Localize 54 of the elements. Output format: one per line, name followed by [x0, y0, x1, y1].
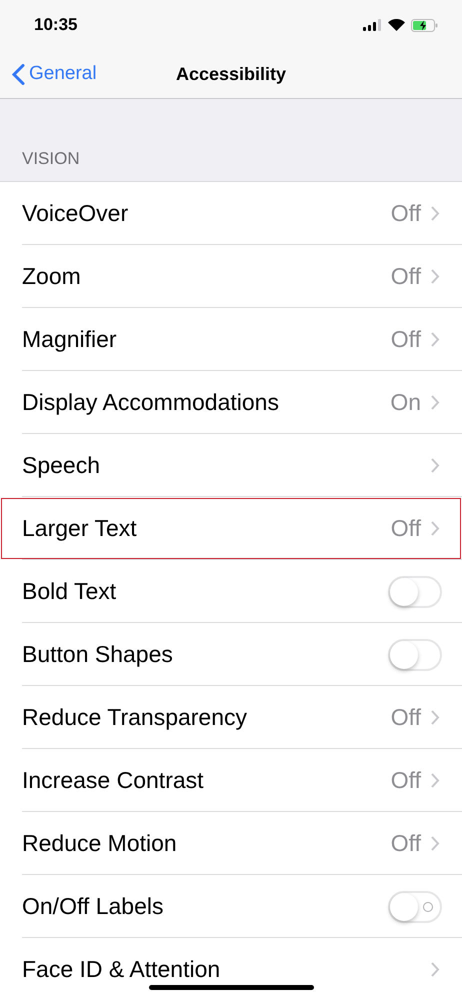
settings-row[interactable]: Display Accommodations On: [0, 371, 462, 434]
settings-row[interactable]: Increase Contrast Off: [0, 749, 462, 812]
row-value: Off: [390, 515, 421, 542]
settings-row[interactable]: VoiceOver Off: [0, 182, 462, 245]
toggle-switch[interactable]: [388, 576, 442, 608]
settings-row[interactable]: On/Off Labels: [0, 875, 462, 938]
chevron-icon: [431, 710, 440, 725]
chevron-icon: [431, 521, 440, 536]
row-label: Larger Text: [22, 515, 138, 542]
toggle-switch[interactable]: [388, 890, 442, 922]
row-label: Button Shapes: [22, 641, 174, 668]
row-label: Increase Contrast: [22, 767, 205, 794]
chevron-icon: [431, 773, 440, 788]
settings-row[interactable]: Bold Text: [0, 560, 462, 623]
row-value: Off: [390, 704, 421, 731]
wifi-icon: [388, 19, 405, 31]
chevron-icon: [431, 458, 440, 473]
row-value: Off: [390, 830, 421, 857]
row-label: Bold Text: [22, 578, 118, 605]
row-label: Reduce Transparency: [22, 704, 248, 731]
signal-icon: [363, 19, 382, 31]
back-chevron-icon: [12, 64, 25, 84]
chevron-icon: [431, 206, 440, 221]
row-label: Display Accommodations: [22, 389, 280, 416]
page-title: Accessibility: [176, 64, 286, 84]
row-value: Off: [390, 326, 421, 353]
row-value: Off: [390, 263, 421, 290]
toggle-switch[interactable]: [388, 638, 442, 670]
settings-row[interactable]: Reduce Transparency Off: [0, 686, 462, 749]
settings-row[interactable]: Zoom Off: [0, 245, 462, 308]
section-header: VISION: [22, 149, 80, 169]
settings-row[interactable]: Reduce Motion Off: [0, 812, 462, 875]
settings-row[interactable]: Speech: [0, 434, 462, 497]
status-time: 10:35: [34, 15, 78, 35]
row-label: Speech: [22, 452, 102, 479]
settings-row[interactable]: Face ID & Attention: [0, 938, 462, 1000]
row-value: Off: [390, 767, 421, 794]
chevron-icon: [431, 332, 440, 347]
back-button[interactable]: General: [0, 63, 97, 85]
chevron-icon: [431, 269, 440, 284]
row-label: Face ID & Attention: [22, 956, 222, 983]
row-label: Magnifier: [22, 326, 118, 353]
row-value: On: [390, 389, 421, 416]
row-label: Zoom: [22, 263, 82, 290]
chevron-icon: [431, 836, 440, 851]
row-label: Reduce Motion: [22, 830, 178, 857]
row-label: On/Off Labels: [22, 893, 164, 920]
settings-row[interactable]: Button Shapes: [0, 623, 462, 686]
chevron-icon: [431, 395, 440, 410]
settings-row[interactable]: Larger Text Off: [0, 497, 462, 560]
row-value: Off: [390, 200, 421, 227]
settings-row[interactable]: Magnifier Off: [0, 308, 462, 371]
chevron-icon: [431, 962, 440, 977]
row-label: VoiceOver: [22, 200, 130, 227]
